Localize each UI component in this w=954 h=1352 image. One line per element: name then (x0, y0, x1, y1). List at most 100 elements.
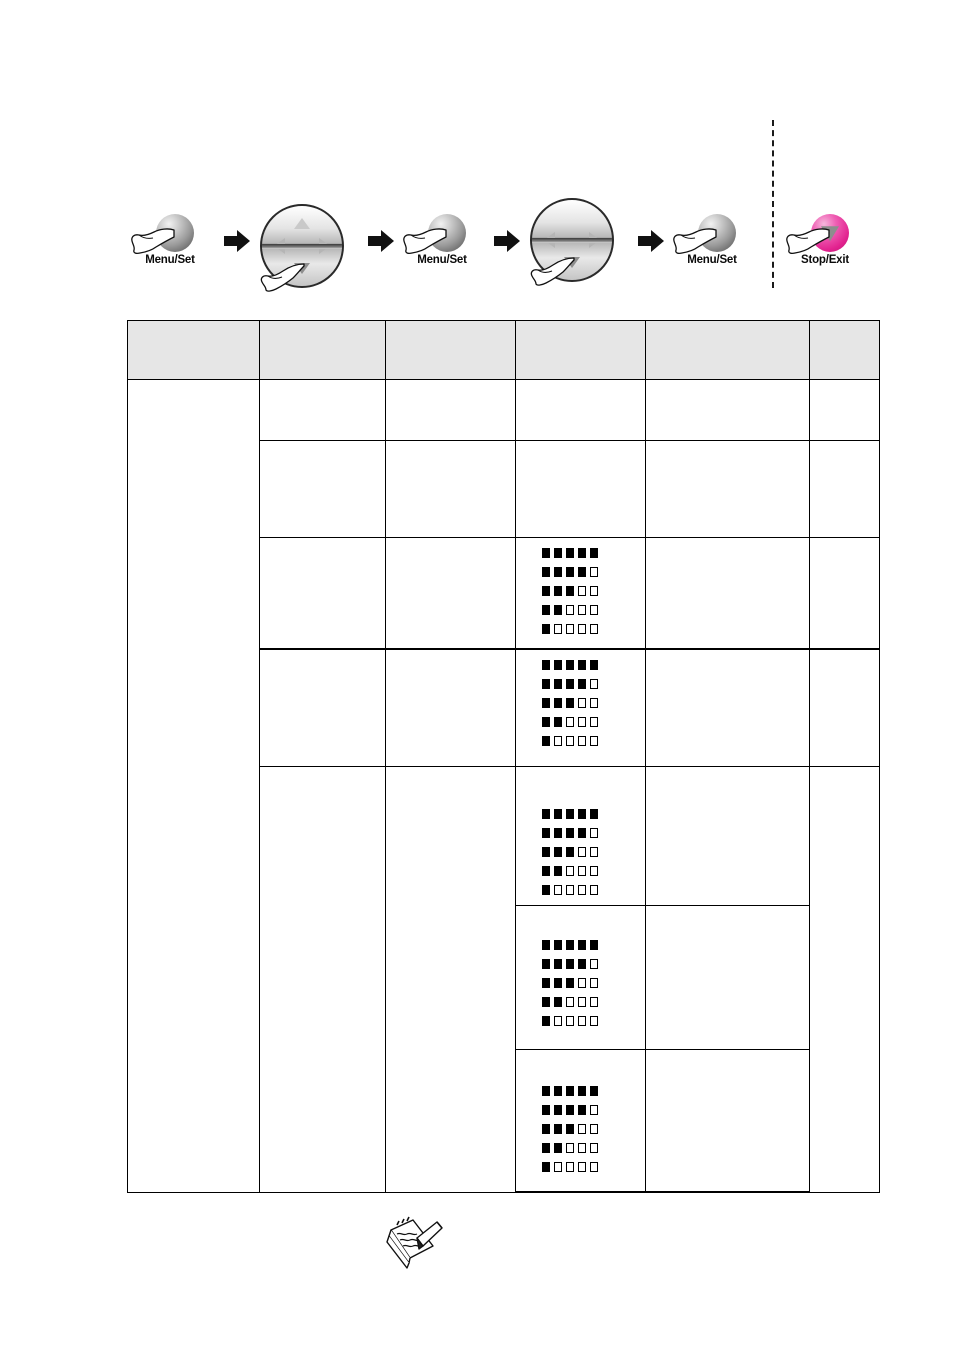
level-square-empty (590, 567, 598, 577)
level-square-filled (578, 1086, 586, 1096)
level-row (542, 660, 645, 670)
level-square-filled (566, 660, 574, 670)
table-cell-description (645, 648, 810, 767)
table-cell-level2 (259, 537, 386, 650)
stop-exit-button-icon[interactable]: Stop/Exit (785, 214, 865, 276)
level-square-filled (542, 717, 550, 727)
menu-set-button-icon[interactable]: Menu/Set (672, 214, 752, 276)
menu-set-button-icon[interactable]: Menu/Set (130, 214, 210, 276)
level-square-filled (566, 1105, 574, 1115)
level-square-filled (566, 847, 574, 857)
level-square-empty (590, 885, 598, 895)
flow-step-nav-wheel-2[interactable] (526, 198, 622, 298)
table-header-cell-4 (515, 320, 646, 380)
level-square-empty (578, 1016, 586, 1026)
level-square-empty (578, 605, 586, 615)
navigation-wheel-icon[interactable] (256, 204, 352, 304)
flow-step-menu-set-3[interactable]: Menu/Set (672, 214, 752, 276)
level-square-empty (590, 1105, 598, 1115)
level-row (542, 736, 645, 746)
table-cell-level3 (385, 379, 516, 441)
level-square-empty (566, 885, 574, 895)
level-square-filled (590, 809, 598, 819)
level-square-empty (578, 736, 586, 746)
level-row (542, 1086, 645, 1096)
right-arrow-icon (368, 230, 394, 252)
level-square-empty (578, 847, 586, 857)
menu-set-label: Menu/Set (145, 254, 195, 266)
table-header-cell-1 (127, 320, 260, 380)
table-cell-level2 (259, 440, 386, 538)
level-square-filled (566, 959, 574, 969)
manual-page: Menu/Set Menu/Set Menu/Set Stop/Exit (0, 0, 954, 1352)
level-square-empty (590, 847, 598, 857)
level-square-empty (566, 1162, 574, 1172)
wheel-up-arrow-icon[interactable] (294, 218, 310, 229)
table-cell-level2 (259, 379, 386, 441)
level-square-filled (566, 940, 574, 950)
flow-step-menu-set-2[interactable]: Menu/Set (402, 214, 482, 276)
level-square-empty (590, 866, 598, 876)
level-row (542, 586, 645, 596)
menu-set-label: Menu/Set (417, 254, 467, 266)
wheel-center-bar (262, 244, 342, 250)
level-row (542, 1016, 645, 1026)
level-square-filled (578, 548, 586, 558)
level-square-empty (590, 1016, 598, 1026)
contrast-level-indicator (516, 1050, 645, 1182)
level-square-filled (554, 567, 562, 577)
menu-set-button-icon[interactable]: Menu/Set (402, 214, 482, 276)
level-square-filled (554, 548, 562, 558)
level-square-filled (542, 1143, 550, 1153)
table-cell-description (645, 766, 810, 906)
level-square-filled (578, 1105, 586, 1115)
table-cell-level1 (127, 379, 260, 1193)
level-square-filled (554, 809, 562, 819)
level-square-filled (566, 679, 574, 689)
flow-step-nav-wheel-1[interactable] (256, 204, 352, 304)
wheel-center-bar (532, 238, 612, 244)
level-square-filled (542, 605, 550, 615)
navigation-wheel-icon[interactable] (526, 198, 622, 298)
level-square-filled (590, 660, 598, 670)
menu-set-label: Menu/Set (687, 254, 737, 266)
level-square-filled (554, 959, 562, 969)
level-square-filled (554, 866, 562, 876)
level-square-filled (578, 959, 586, 969)
table-cell-page (809, 379, 880, 441)
level-row (542, 866, 645, 876)
level-square-empty (578, 717, 586, 727)
level-square-filled (578, 828, 586, 838)
table-cell-level3 (385, 440, 516, 538)
level-square-filled (566, 567, 574, 577)
level-square-filled (542, 828, 550, 838)
level-square-filled (542, 809, 550, 819)
level-square-empty (590, 1143, 598, 1153)
level-square-empty (590, 679, 598, 689)
level-square-filled (578, 660, 586, 670)
level-square-empty (566, 866, 574, 876)
level-square-filled (542, 959, 550, 969)
pointing-hand-icon (673, 228, 717, 255)
flow-step-menu-set-1[interactable]: Menu/Set (130, 214, 210, 276)
level-row (542, 885, 645, 895)
table-cell-page (809, 537, 880, 650)
table-header-cell-6 (809, 320, 880, 380)
level-square-empty (590, 1162, 598, 1172)
pointing-hand-icon (403, 228, 447, 255)
level-square-filled (578, 567, 586, 577)
level-row (542, 828, 645, 838)
level-square-filled (566, 698, 574, 708)
flow-step-stop-exit[interactable]: Stop/Exit (785, 214, 865, 276)
table-row (127, 379, 880, 1193)
contrast-level-indicator (516, 767, 645, 905)
level-square-empty (566, 624, 574, 634)
level-square-empty (578, 866, 586, 876)
level-square-filled (566, 548, 574, 558)
right-arrow-icon (638, 230, 664, 252)
pointing-hand-icon (786, 228, 830, 255)
level-square-filled (542, 1124, 550, 1134)
level-square-empty (590, 586, 598, 596)
level-square-filled (554, 978, 562, 988)
level-row (542, 940, 645, 950)
